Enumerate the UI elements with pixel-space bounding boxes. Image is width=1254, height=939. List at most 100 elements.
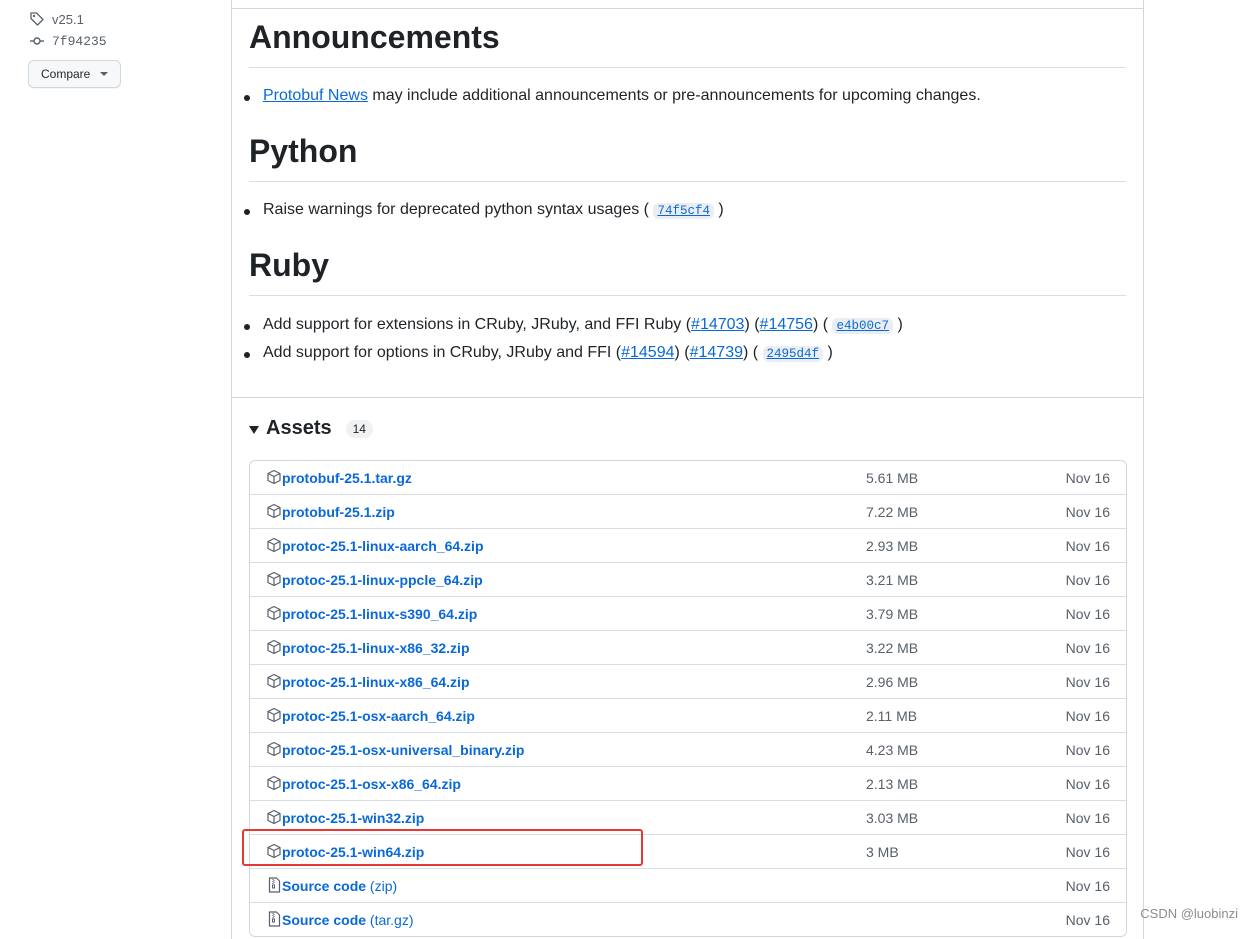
asset-download-link[interactable]: protoc-25.1-linux-aarch_64.zip bbox=[282, 538, 484, 554]
asset-download-link[interactable]: protobuf-25.1.zip bbox=[282, 504, 395, 520]
pr-link[interactable]: #14739 bbox=[690, 344, 743, 361]
section-divider bbox=[232, 397, 1143, 398]
asset-download-link[interactable]: protoc-25.1-linux-x86_64.zip bbox=[282, 674, 470, 690]
asset-date: Nov 16 bbox=[1065, 503, 1110, 520]
python-heading: Python bbox=[249, 133, 358, 169]
heading-divider bbox=[249, 67, 1126, 68]
asset-row: protoc-25.1-osx-aarch_64.zip 2.11 MB Nov 1… bbox=[250, 698, 1126, 732]
python-item-close: ) bbox=[713, 201, 724, 218]
asset-size: 3.79 MB bbox=[866, 605, 919, 622]
asset-size: 3.22 MB bbox=[866, 639, 919, 656]
git-commit-icon bbox=[28, 33, 46, 49]
asset-row: protoc-25.1-linux-x86_32.zip 3.22 MB Nov 1… bbox=[250, 630, 1126, 664]
watermark: CSDN @luobinzi bbox=[1140, 906, 1238, 921]
asset-date: Nov 16 bbox=[1065, 639, 1110, 656]
asset-size: 2.96 MB bbox=[866, 673, 919, 690]
ruby-item-sep: ) ( bbox=[742, 344, 763, 361]
asset-download-link[interactable]: protoc-25.1-osx-universal_binary.zip bbox=[282, 742, 524, 758]
asset-download-link[interactable]: protobuf-25.1.tar.gz bbox=[282, 470, 412, 486]
ruby-item: Add support for extensions in CRuby, JRu… bbox=[244, 316, 903, 334]
source-code-label: Source code bbox=[282, 877, 367, 894]
asset-row: protoc-25.1-win64.zip 3 MB Nov 16 bbox=[250, 834, 1126, 868]
pr-link[interactable]: #14594 bbox=[621, 344, 674, 361]
asset-date: Nov 16 bbox=[1065, 809, 1110, 826]
source-code-download-link[interactable]: Source code (tar.gz) bbox=[282, 912, 414, 928]
ruby-item-sep: ) ( bbox=[674, 344, 690, 361]
assets-title: Assets bbox=[266, 417, 332, 439]
asset-download-link[interactable]: protoc-25.1-win64.zip bbox=[282, 844, 424, 860]
package-icon bbox=[266, 571, 282, 587]
asset-size: 4.23 MB bbox=[866, 741, 919, 758]
asset-date: Nov 16 bbox=[1065, 741, 1110, 758]
release-commit-row[interactable]: 7f94235 bbox=[28, 30, 138, 52]
package-icon bbox=[266, 469, 282, 485]
asset-download-link[interactable]: protoc-25.1-linux-s390_64.zip bbox=[282, 606, 477, 622]
assets-count-badge: 14 bbox=[345, 419, 373, 438]
asset-download-link[interactable]: protoc-25.1-osx-aarch_64.zip bbox=[282, 708, 475, 724]
asset-size: 3.03 MB bbox=[866, 809, 919, 826]
chevron-down-icon bbox=[100, 72, 109, 76]
asset-date: Nov 16 bbox=[1065, 469, 1110, 486]
asset-row: protoc-25.1-linux-x86_64.zip 2.96 MB Nov 1… bbox=[250, 664, 1126, 698]
compare-button[interactable]: Compare bbox=[28, 60, 122, 88]
asset-row: protobuf-25.1.zip 7.22 MB Nov 16 bbox=[250, 494, 1126, 528]
source-code-download-link[interactable]: Source code (zip) bbox=[282, 878, 397, 894]
caret-down-icon bbox=[249, 425, 259, 434]
ruby-heading: Ruby bbox=[249, 247, 329, 283]
asset-download-link[interactable]: protoc-25.1-osx-x86_64.zip bbox=[282, 776, 461, 792]
protobuf-news-link[interactable]: Protobuf News bbox=[263, 87, 368, 104]
heading-divider bbox=[249, 181, 1126, 182]
ruby-item-text: Add support for extensions in CRuby, JRu… bbox=[263, 316, 692, 333]
asset-size: 3 MB bbox=[866, 843, 899, 860]
source-code-label: Source code bbox=[282, 911, 367, 928]
asset-size: 5.61 MB bbox=[866, 469, 919, 486]
source-code-row: Source code (zip) Nov 16 bbox=[250, 868, 1126, 902]
python-item: Raise warnings for deprecated python syn… bbox=[244, 201, 724, 219]
release-tag[interactable]: v25.1 bbox=[52, 12, 84, 27]
package-icon bbox=[266, 809, 282, 825]
file-zip-icon bbox=[266, 877, 282, 893]
release-tag-row[interactable]: v25.1 bbox=[28, 8, 138, 30]
commit-sha-link[interactable]: 2495d4f bbox=[762, 346, 824, 362]
assets-list: protobuf-25.1.tar.gz 5.61 MB Nov 16 protobu… bbox=[249, 460, 1127, 937]
ruby-item-sep: ) ( bbox=[812, 316, 833, 333]
asset-row: protoc-25.1-linux-s390_64.zip 3.79 MB Nov … bbox=[250, 596, 1126, 630]
asset-download-link[interactable]: protoc-25.1-win32.zip bbox=[282, 810, 424, 826]
asset-date: Nov 16 bbox=[1065, 707, 1110, 724]
asset-row: protoc-25.1-osx-x86_64.zip 2.13 MB Nov 16 bbox=[250, 766, 1126, 800]
asset-size: 2.13 MB bbox=[866, 775, 919, 792]
heading-divider bbox=[249, 295, 1126, 296]
package-icon bbox=[266, 843, 282, 859]
announcements-heading: Announcements bbox=[249, 19, 500, 55]
assets-toggle[interactable]: Assets 14 bbox=[249, 417, 373, 440]
asset-date: Nov 16 bbox=[1065, 775, 1110, 792]
asset-row: protobuf-25.1.tar.gz 5.61 MB Nov 16 bbox=[250, 461, 1126, 494]
tag-icon bbox=[28, 11, 46, 27]
pr-link[interactable]: #14756 bbox=[760, 316, 813, 333]
asset-row: protoc-25.1-linux-aarch_64.zip 2.93 MB Nov… bbox=[250, 528, 1126, 562]
commit-sha-link[interactable]: e4b00c7 bbox=[832, 318, 893, 334]
asset-date: Nov 16 bbox=[1065, 571, 1110, 588]
package-icon bbox=[266, 537, 282, 553]
python-item-text: Raise warnings for deprecated python syn… bbox=[263, 201, 654, 218]
release-sidebar: v25.1 7f94235 Compare bbox=[28, 8, 138, 88]
asset-download-link[interactable]: protoc-25.1-linux-ppcle_64.zip bbox=[282, 572, 483, 588]
package-icon bbox=[266, 741, 282, 757]
asset-size: 2.11 MB bbox=[866, 707, 918, 724]
release-commit[interactable]: 7f94235 bbox=[52, 34, 107, 49]
asset-row: protoc-25.1-osx-universal_binary.zip 4.23… bbox=[250, 732, 1126, 766]
release-body: Announcements Protobuf News may include … bbox=[231, 0, 1144, 939]
file-zip-icon bbox=[266, 911, 282, 927]
asset-download-link[interactable]: protoc-25.1-linux-x86_32.zip bbox=[282, 640, 470, 656]
pr-link[interactable]: #14703 bbox=[691, 316, 744, 333]
asset-date: Nov 16 bbox=[1065, 673, 1110, 690]
ruby-item-sep: ) ( bbox=[744, 316, 760, 333]
source-code-format: (tar.gz) bbox=[369, 911, 414, 928]
asset-date: Nov 16 bbox=[1065, 605, 1110, 622]
ruby-item-close: ) bbox=[893, 316, 903, 333]
asset-size: 7.22 MB bbox=[866, 503, 919, 520]
asset-date: Nov 16 bbox=[1065, 911, 1110, 928]
source-code-format: (zip) bbox=[369, 877, 398, 894]
package-icon bbox=[266, 673, 282, 689]
commit-sha-link[interactable]: 74f5cf4 bbox=[653, 203, 714, 219]
